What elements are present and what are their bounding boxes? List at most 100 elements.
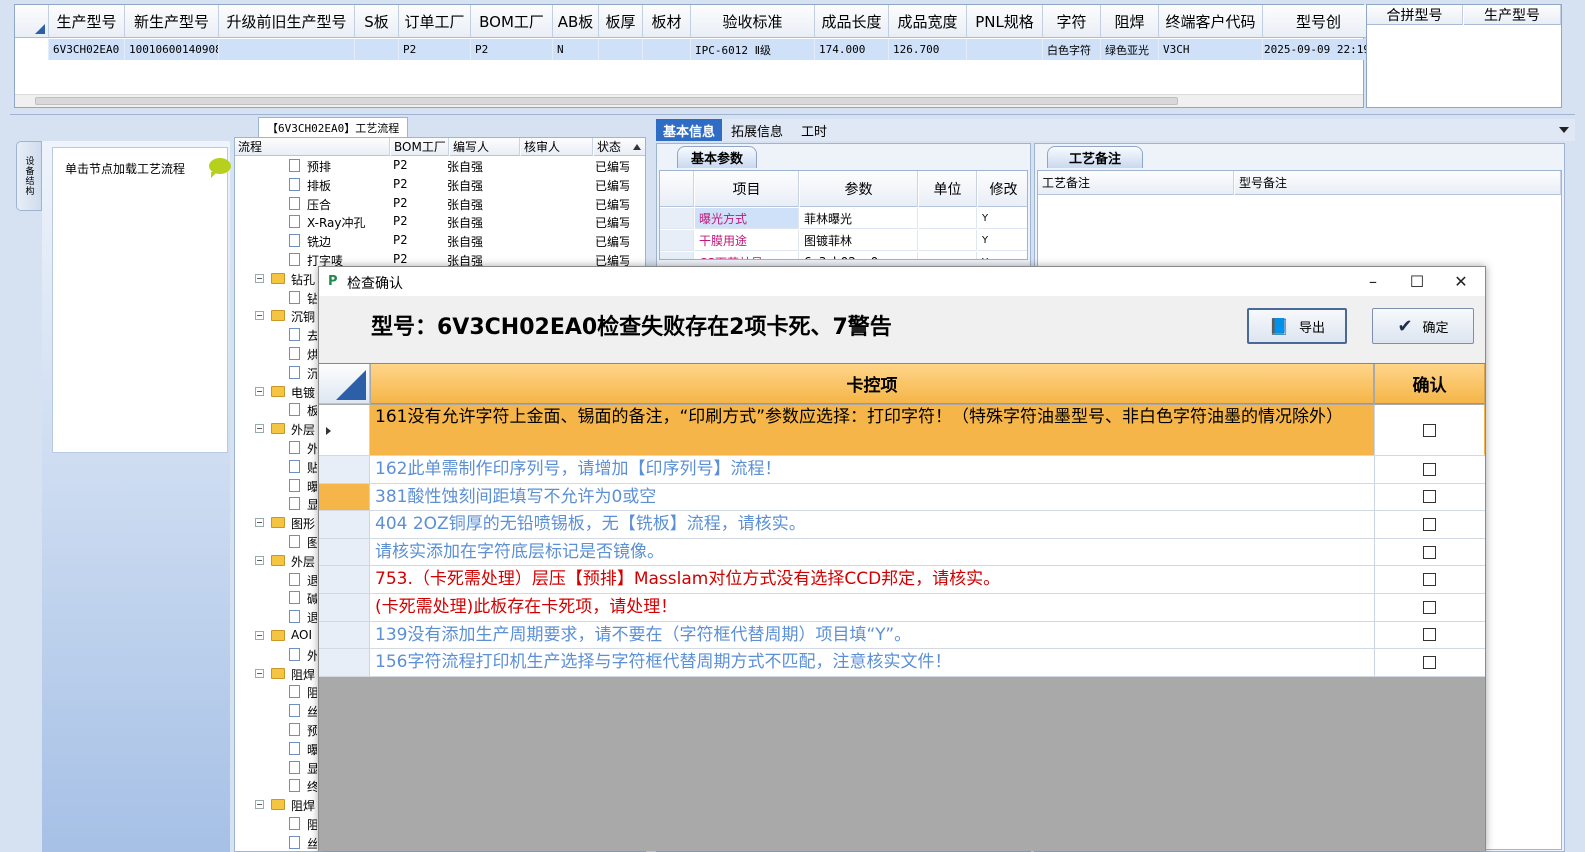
col-header-9[interactable]: 验收标准	[691, 5, 815, 38]
tab-basic-params[interactable]: 基本参数	[677, 146, 757, 168]
confirm-checkbox[interactable]	[1423, 573, 1436, 587]
horizontal-scrollbar[interactable]	[15, 94, 1363, 107]
maximize-button[interactable]: ☐	[1395, 267, 1439, 296]
col-craft-note[interactable]: 工艺备注	[1038, 171, 1234, 195]
close-button[interactable]: ✕	[1439, 267, 1483, 296]
confirm-checkbox[interactable]	[1423, 545, 1436, 559]
tab-basic-info[interactable]: 基本信息	[656, 119, 723, 141]
param-item[interactable]: 曝光方式	[695, 208, 799, 229]
export-button[interactable]: 📘 导出	[1247, 308, 1347, 344]
merge-col-header[interactable]: 合拼型号	[1367, 5, 1463, 25]
minimize-button[interactable]: –	[1351, 267, 1395, 296]
col-edit[interactable]: 修改	[978, 171, 1027, 207]
confirm-cell[interactable]	[1374, 538, 1484, 566]
collapse-icon[interactable]: −	[255, 800, 264, 810]
col-header-10[interactable]: 成品长度	[815, 5, 889, 38]
col-item[interactable]: 项目	[695, 171, 799, 207]
confirm-checkbox[interactable]	[1423, 655, 1436, 669]
basic-params-grid[interactable]: 项目 参数 单位 修改 曝光方式菲林曝光 Y 干膜用途图镀菲林 Y CS面菲林号6v3c…	[659, 170, 1028, 260]
param-param[interactable]: 图镀菲林	[800, 230, 918, 251]
scroll-up-icon[interactable]	[633, 144, 641, 150]
confirm-checkbox[interactable]	[1423, 490, 1436, 504]
check-item-row[interactable]: 161没有允许字符上金面、锡面的备注，“印刷方式”参数应选择：打印字符！（特殊字…	[319, 405, 1485, 456]
col-header-16[interactable]: 型号创	[1263, 5, 1375, 38]
tabs-dropdown-icon[interactable]	[1559, 127, 1569, 133]
col-header-14[interactable]: 阻焊	[1101, 5, 1159, 38]
param-unit[interactable]	[919, 252, 977, 259]
collapse-icon[interactable]: −	[255, 311, 264, 321]
check-item-row[interactable]: 139没有添加生产周期要求，请不要在（字符框代替周期）项目填“Y”。	[319, 621, 1485, 650]
grid-cell-6[interactable]: N	[553, 39, 599, 60]
check-item-row[interactable]: (卡死需处理)此板存在卡死项，请处理！	[319, 594, 1485, 622]
col-unit[interactable]: 单位	[919, 171, 977, 207]
flow-col-3[interactable]: 核审人	[521, 138, 593, 156]
grid-cell-14[interactable]: 绿色亚光	[1101, 39, 1159, 60]
check-item-row[interactable]: 请核实添加在字符底层标记是否镜像。	[319, 538, 1485, 567]
product-grid[interactable]: 生产型号 新生产型号 升级前旧生产型号 S板 订单工厂 BOM工厂 AB板 板厚 板材 验收标准成…	[14, 4, 1375, 108]
confirm-checkbox[interactable]	[1423, 628, 1436, 642]
confirm-cell[interactable]	[1374, 456, 1484, 483]
param-unit[interactable]	[919, 230, 977, 251]
col-header-13[interactable]: 字符	[1043, 5, 1101, 38]
confirm-cell[interactable]	[1374, 649, 1484, 676]
collapse-icon[interactable]: −	[255, 668, 264, 678]
row-selector[interactable]	[319, 566, 370, 593]
col-header-12[interactable]: PNL规格	[967, 5, 1043, 38]
collapse-icon[interactable]: −	[255, 386, 264, 396]
col-control-item[interactable]: 卡控项	[371, 364, 1374, 404]
dialog-titlebar[interactable]: P 检查确认 – ☐ ✕	[319, 267, 1485, 296]
grid-cell-0[interactable]: 6V3CH02EA0	[49, 39, 125, 60]
col-model-note[interactable]: 型号备注	[1235, 171, 1561, 195]
grid-cell-15[interactable]: V3CH	[1159, 39, 1263, 60]
check-item-row[interactable]: 404 2OZ铜厚的无铅喷锡板，无【铣板】流程，请核实。	[319, 511, 1485, 539]
param-item[interactable]: 干膜用途	[695, 230, 799, 251]
row-selector[interactable]	[319, 511, 370, 538]
flow-col-0[interactable]: 流程	[235, 138, 390, 156]
col-header-15[interactable]: 终端客户代码	[1159, 5, 1263, 38]
tree-leaf-node[interactable]: 铣边 P2 张自强 已编写	[235, 231, 645, 250]
row-selector[interactable]	[660, 252, 694, 259]
confirm-cell[interactable]	[1374, 511, 1484, 538]
grid-cell-1[interactable]: 10010600140908	[125, 39, 219, 60]
col-header-4[interactable]: 订单工厂	[399, 5, 471, 38]
col-header-7[interactable]: 板厚	[599, 5, 643, 38]
grid-cell-8[interactable]	[643, 39, 691, 60]
grid-cell-7[interactable]	[599, 39, 643, 60]
grid-cell-5[interactable]: P2	[471, 39, 553, 60]
grid-cell-4[interactable]: P2	[399, 39, 471, 60]
row-selector[interactable]	[15, 39, 49, 60]
tab-extended-info[interactable]: 拓展信息	[724, 119, 790, 141]
node-hint-box[interactable]: 单击节点加载工艺流程	[52, 147, 231, 453]
col-param[interactable]: 参数	[800, 171, 918, 207]
tab-craft-notes[interactable]: 工艺备注	[1047, 146, 1143, 168]
grid-cell-11[interactable]: 126.700	[889, 39, 967, 60]
confirm-cell[interactable]	[1374, 405, 1484, 455]
param-edit[interactable]: Y	[978, 230, 1027, 251]
grid-cell-9[interactable]: IPC-6012 Ⅱ级	[691, 39, 815, 60]
check-item-row[interactable]: 162此单需制作印序列号，请增加【印序列号】流程！	[319, 456, 1485, 484]
col-header-0[interactable]: 生产型号	[49, 5, 125, 38]
prod-col-header[interactable]: 生产型号	[1464, 5, 1561, 25]
tree-leaf-node[interactable]: 排板 P2 张自强 已编写	[235, 175, 645, 194]
tree-leaf-node[interactable]: 预排 P2 张自强 已编写	[235, 156, 645, 175]
param-param[interactable]: 6v3ch02ea0.cs	[800, 252, 918, 259]
col-header-8[interactable]: 板材	[643, 5, 691, 38]
check-item-row[interactable]: 753.（卡死需处理）层压【预排】Masslam对位方式没有选择CCD邦定，请核…	[319, 566, 1485, 594]
check-item-row[interactable]: 381酸性蚀刻间距填写不允许为0或空	[319, 483, 1485, 512]
flow-col-1[interactable]: BOM工厂	[391, 138, 449, 156]
row-selector[interactable]	[319, 483, 370, 511]
scrollbar-thumb[interactable]	[35, 97, 1178, 105]
param-item[interactable]: CS面菲林号	[695, 252, 799, 259]
tab-work-hours[interactable]: 工时	[794, 119, 834, 141]
flow-col-2[interactable]: 编写人	[450, 138, 520, 156]
col-header-3[interactable]: S板	[355, 5, 399, 38]
col-confirm[interactable]: 确认	[1375, 364, 1485, 404]
row-selector[interactable]	[319, 456, 370, 483]
grid-corner[interactable]	[319, 364, 370, 404]
collapse-icon[interactable]: −	[255, 518, 264, 528]
collapse-icon[interactable]: −	[255, 631, 264, 640]
col-header-1[interactable]: 新生产型号	[125, 5, 219, 38]
param-param[interactable]: 菲林曝光	[800, 208, 918, 229]
confirm-cell[interactable]	[1374, 483, 1484, 511]
vertical-tab-equipment[interactable]: 设备结构	[16, 141, 42, 211]
